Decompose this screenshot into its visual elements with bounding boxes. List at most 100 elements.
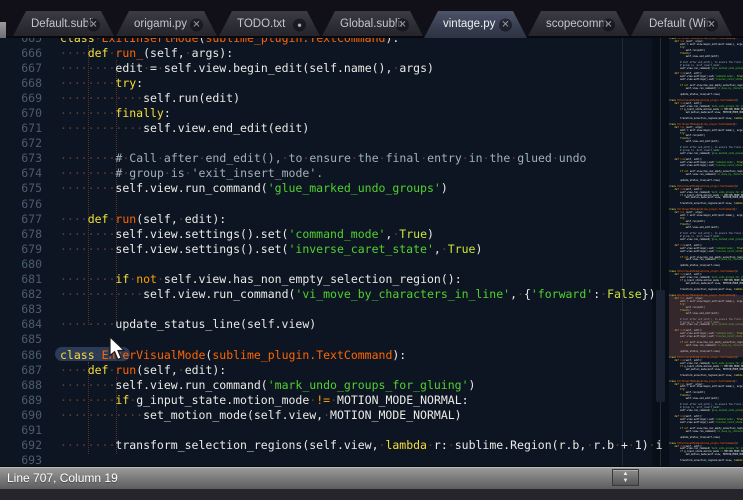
tab-default-windo[interactable]: Default (Windo✕ [630,11,733,38]
tab-vintage-py[interactable]: vintage.py✕ [424,11,527,38]
tab-close-icon[interactable]: ✕ [602,18,615,31]
code-line-691[interactable]: 691 [0,422,743,437]
code-line-678[interactable]: 678········self.view.settings().set('com… [0,226,743,241]
status-caret-position: Line 707, Column 19 [7,471,118,485]
line-number: 687 [0,363,42,377]
tab-scopecommand[interactable]: scopecommand✕ [527,11,630,38]
code-line-688[interactable]: 688 ········self.view.run_command('mark_u… [0,377,743,392]
code-line-692[interactable]: 692········transform_selection_regions(s… [0,438,743,453]
code-line-683[interactable]: 683 [0,302,743,317]
tab-close-icon[interactable]: ✕ [705,18,718,31]
line-content: ········finally: [60,106,171,120]
tab-close-icon[interactable]: ✕ [190,18,203,31]
code-line-690[interactable]: 690 ············set_motion_mode(self.view… [0,407,743,422]
code-line-672[interactable]: 672 [0,136,743,151]
tab-label: scopecommand [546,11,608,38]
code-line-670[interactable]: 670 ········finally: [0,105,743,120]
minimap[interactable]: class ExitInsertMode(sublime_plugin.Text… [669,38,743,466]
line-content: ········#·group·is·'exit_insert_mode'. [60,166,323,180]
spinner-up-icon[interactable]: ▲ [623,471,629,478]
tab-close-icon[interactable]: ✕ [499,18,512,31]
tab-label: TODO.txt [237,11,299,38]
minimap-line: self.view.run_command('vi_move_by_charac… [669,174,743,177]
code-line-684[interactable]: 684········update_status_line(self.view) [0,317,743,332]
scroll-spinner-button[interactable]: ▲ ▼ [612,469,639,486]
line-number: 686 [0,348,42,362]
line-number: 670 [0,106,42,120]
line-content: ········if·not·self.view.has_non_empty_s… [60,272,462,286]
tab-close-icon[interactable]: ✕ [87,18,100,31]
line-content: ····def·run(self,·edit): [60,212,226,226]
minimap-content: class ExitInsertMode(sublime_plugin.Text… [669,38,743,466]
line-number: 666 [0,46,42,60]
spinner-down-icon[interactable]: ▼ [623,478,629,485]
line-number: 665 [0,38,42,45]
line-content: ········self.view.settings().set('comman… [60,227,434,241]
tab-label: Default.sublim [31,11,93,38]
minimap-line: self.view.settings().set('inverse_caret_… [669,79,743,82]
line-number: 672 [0,136,42,150]
code-line-689[interactable]: 689········if·g_input_state.motion_mode·… [0,392,743,407]
tab-origami-py[interactable]: origami.py✕ [115,11,218,38]
mouse-cursor [108,336,128,362]
code-line-681[interactable]: 681········if·not·self.view.has_non_empt… [0,272,743,287]
code-line-682[interactable]: 682 ············self.view.run_command('vi… [0,287,743,302]
code-lines: 665 class·ExitInsertMode(sublime_plugin.T… [0,38,743,466]
minimap-line: set_motion_mode(self.view, MOTION_MODE_N… [669,112,743,115]
line-content: ········try: [60,76,143,90]
line-number: 683 [0,302,42,316]
code-line-676[interactable]: 676 [0,196,743,211]
line-number: 690 [0,408,42,422]
code-line-674[interactable]: 674········#·group·is·'exit_insert_mode'… [0,166,743,181]
line-number: 671 [0,121,42,135]
code-line-668[interactable]: 668········try: [0,75,743,90]
line-content: ········self.view.run_command('mark_undo… [60,378,475,392]
modified-dot-icon[interactable]: ● [293,18,306,31]
line-content: ············self.view.run_command('vi_mo… [60,287,656,301]
code-line-671[interactable]: 671············self.view.end_edit(edit) [0,121,743,136]
code-line-669[interactable]: 669············self.run(edit) [0,90,743,105]
code-line-693[interactable]: 693 [0,453,743,466]
line-content: ············set_motion_mode(self.view,·M… [60,408,462,422]
window-bottom-edge [0,489,743,500]
tab-close-icon[interactable]: ✕ [396,18,409,31]
sublime-text-window: Default.sublim✕origami.py✕TODO.txt●Globa… [0,0,743,500]
line-content: ········#·Call·after·end_edit(),·to·ensu… [60,151,586,165]
line-number: 679 [0,242,42,256]
code-line-667[interactable]: 667 ········edit·=·self.view.begin_edit(s… [0,60,743,75]
tab-default-sublim[interactable]: Default.sublim✕ [12,11,115,38]
code-line-665[interactable]: 665 class·ExitInsertMode(sublime_plugin.T… [0,38,743,45]
minimap-line: transform_selection_regions(self.view, l… [669,289,743,292]
line-number: 680 [0,257,42,271]
minimap-line: set_motion_mode(self.view, MOTION_MODE_N… [669,369,743,372]
minimap-line: self.view.run_command('vi_move_by_charac… [669,88,743,91]
tab-label: Global.sublime [340,11,402,38]
code-editor[interactable]: 665 class·ExitInsertMode(sublime_plugin.T… [0,38,743,466]
minimap-line: set_motion_mode(self.view, MOTION_MODE_N… [669,283,743,286]
minimap-line: transform_selection_regions(self.view, l… [669,118,743,121]
code-line-666[interactable]: 666····def·run_(self,·args): [0,45,743,60]
minimap-viewport[interactable] [669,295,743,357]
code-line-687[interactable]: 687····def·run(self,·edit): [0,362,743,377]
code-line-675[interactable]: 675········self.view.run_command('glue_m… [0,181,743,196]
line-content: ········self.view.settings().set('invers… [60,242,482,256]
minimap-line: self.view.settings().set('inverse_caret_… [669,251,743,254]
code-line-680[interactable]: 680 [0,256,743,271]
line-content: ········transform_selection_regions(self… [60,438,663,452]
line-content: class·ExitInsertMode(sublime_plugin.Text… [60,38,399,45]
status-bar: Line 707, Column 19 ▲ ▼ [0,466,743,489]
line-content: ········update_status_line(self.view) [60,317,316,331]
minimap-line: transform_selection_regions(self.view, l… [669,460,743,463]
minimap-line: self.view.run_command('glue_marked_undo_… [669,153,743,156]
line-number: 682 [0,287,42,301]
tab-global-sublime[interactable]: Global.sublime✕ [321,11,424,38]
line-content: ········edit·=·self.view.begin_edit(self… [60,61,434,75]
code-line-679[interactable]: 679 ········self.view.settings().set('inv… [0,241,743,256]
line-number: 673 [0,151,42,165]
line-number: 675 [0,181,42,195]
code-line-673[interactable]: 673 ········#·Call·after·end_edit(),·to·e… [0,151,743,166]
tab-todo-txt[interactable]: TODO.txt● [218,11,321,38]
code-line-677[interactable]: 677····def·run(self,·edit): [0,211,743,226]
line-number: 688 [0,378,42,392]
line-number: 667 [0,61,42,75]
